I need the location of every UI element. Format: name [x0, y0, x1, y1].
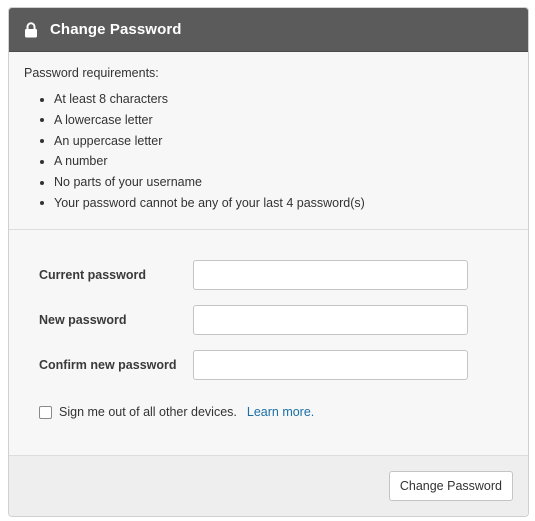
requirement-item: An uppercase letter — [40, 131, 513, 152]
requirement-item: Your password cannot be any of your last… — [40, 193, 513, 214]
lock-icon — [24, 21, 38, 38]
new-password-field[interactable] — [193, 305, 468, 335]
confirm-password-row: Confirm new password — [9, 350, 528, 380]
change-password-panel: Change Password Password requirements: A… — [8, 7, 529, 517]
new-password-label: New password — [39, 313, 127, 327]
password-form: Current password New password Confirm ne… — [9, 230, 528, 456]
requirements-title: Password requirements: — [24, 66, 159, 80]
current-password-row: Current password — [9, 260, 528, 290]
sign-out-option: Sign me out of all other devices. Learn … — [9, 402, 528, 422]
change-password-button[interactable]: Change Password — [388, 471, 513, 501]
sign-out-checkbox[interactable] — [39, 405, 52, 419]
new-password-row: New password — [9, 305, 528, 335]
requirements-list: At least 8 characters A lowercase letter… — [24, 89, 513, 214]
page-title: Change Password — [50, 21, 182, 38]
requirement-item: No parts of your username — [40, 172, 513, 193]
panel-footer: Change Password — [9, 456, 528, 516]
panel-header: Change Password — [9, 8, 528, 52]
password-requirements: Password requirements: At least 8 charac… — [9, 52, 528, 230]
current-password-label: Current password — [39, 268, 146, 282]
requirement-item: A lowercase letter — [40, 110, 513, 131]
learn-more-link[interactable]: Learn more. — [247, 405, 314, 419]
confirm-password-field[interactable] — [193, 350, 468, 380]
confirm-password-label: Confirm new password — [39, 358, 177, 372]
current-password-field[interactable] — [193, 260, 468, 290]
requirement-item: At least 8 characters — [40, 89, 513, 110]
requirement-item: A number — [40, 151, 513, 172]
sign-out-label[interactable]: Sign me out of all other devices. — [59, 405, 237, 419]
